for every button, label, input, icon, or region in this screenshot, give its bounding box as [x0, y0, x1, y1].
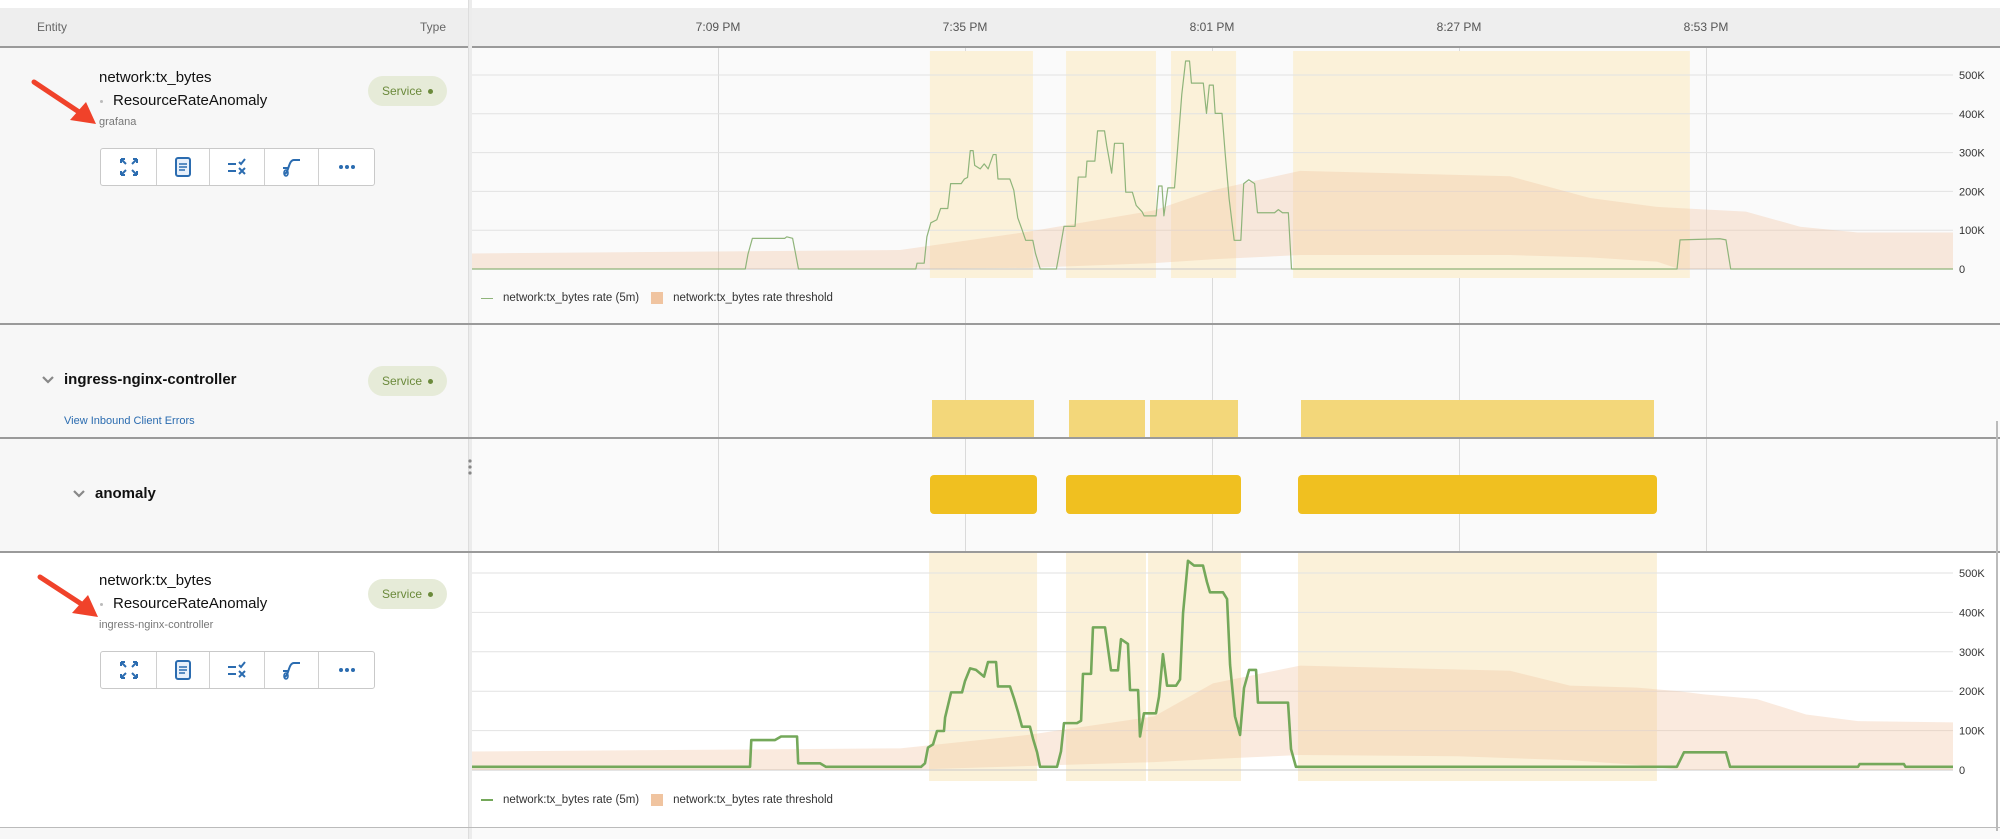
source-name: ingress-nginx-controller: [99, 619, 214, 631]
expand-icon: [119, 158, 138, 176]
legend-threshold-label[interactable]: network:tx_bytes rate threshold: [673, 794, 833, 806]
y-tick-label: 300K: [1959, 647, 1985, 659]
y-tick-label: 400K: [1959, 607, 1985, 619]
list-check-icon: [228, 661, 246, 678]
curve-icon: [282, 159, 300, 177]
row-divider: [0, 437, 2000, 439]
curve-button[interactable]: [265, 652, 319, 688]
curve-icon: [282, 662, 300, 680]
column-header-type[interactable]: Type: [420, 20, 446, 34]
service-badge[interactable]: Service: [368, 76, 447, 106]
anomaly-bar[interactable]: [930, 475, 1038, 514]
threshold-swatch: [651, 794, 664, 806]
series-line-swatch: [481, 799, 493, 801]
row-divider: [0, 827, 2000, 828]
expand-button[interactable]: [101, 652, 157, 688]
y-tick-label: 100K: [1959, 726, 1985, 738]
more-icon: [338, 668, 355, 672]
status-dot-icon: [428, 378, 433, 384]
y-tick-label: 500K: [1959, 568, 1985, 580]
more-button[interactable]: [319, 149, 374, 185]
ingress-anomaly-bar[interactable]: [1301, 400, 1655, 437]
ingress-anomaly-bar[interactable]: [932, 400, 1035, 437]
group-title: anomaly: [95, 485, 156, 502]
check-name: ResourceRateAnomaly: [100, 92, 267, 109]
ingress-anomaly-bar[interactable]: [1069, 400, 1146, 437]
curve-button[interactable]: [265, 149, 319, 185]
check-name: ResourceRateAnomaly: [100, 595, 267, 612]
bullet-icon: [100, 602, 103, 606]
chart-legend: network:tx_bytes rate (5m) network:tx_by…: [481, 794, 833, 806]
group-row-ingress-nginx-controller[interactable]: ingress-nginx-controller View Inbound Cl…: [0, 323, 468, 437]
service-badge[interactable]: Service: [368, 579, 447, 609]
metric-name: network:tx_bytes: [99, 69, 212, 86]
group-row-anomaly[interactable]: anomaly: [0, 437, 468, 551]
chevron-down-icon[interactable]: [41, 373, 55, 387]
list-check-icon: [228, 158, 246, 175]
badge-label: Service: [381, 374, 422, 388]
list-check-button[interactable]: [210, 149, 265, 185]
document-icon: [175, 157, 191, 177]
more-button[interactable]: [319, 652, 374, 688]
badge-label: Service: [381, 587, 422, 601]
more-icon: [338, 165, 355, 169]
action-button-group: [100, 651, 375, 689]
expand-button[interactable]: [101, 149, 157, 185]
annotation-arrow-icon: [31, 79, 96, 124]
view-inbound-client-errors-link[interactable]: View Inbound Client Errors: [64, 415, 195, 427]
metric-name: network:tx_bytes: [99, 572, 212, 589]
entity-row-ingress-nginx-controller[interactable]: network:tx_bytes ResourceRateAnomaly ing…: [0, 551, 468, 827]
status-dot-icon: [428, 88, 433, 94]
list-check-button[interactable]: [210, 652, 265, 688]
scrollbar[interactable]: [1996, 421, 1998, 831]
action-button-group: [100, 148, 375, 186]
badge-label: Service: [381, 84, 422, 98]
bullet-icon: [100, 99, 103, 103]
tx-bytes-chart-ingress: 0 100K 200K 300K 400K 500K: [472, 551, 2000, 783]
y-tick-label: 200K: [1959, 686, 1985, 698]
document-icon: [175, 660, 191, 680]
anomaly-bar[interactable]: [1066, 475, 1241, 514]
y-tick-label: 0: [1959, 765, 1965, 777]
row-divider: [0, 323, 2000, 325]
expand-icon: [119, 661, 138, 679]
entity-row-grafana[interactable]: network:tx_bytes ResourceRateAnomaly gra…: [0, 48, 468, 323]
ingress-anomaly-bar[interactable]: [1149, 400, 1238, 437]
group-title: ingress-nginx-controller: [64, 371, 237, 388]
chevron-down-icon[interactable]: [72, 487, 86, 501]
service-badge[interactable]: Service: [368, 366, 447, 396]
document-button[interactable]: [157, 652, 210, 688]
check-label: ResourceRateAnomaly: [113, 595, 268, 612]
column-header-entity[interactable]: Entity: [37, 20, 67, 34]
check-label: ResourceRateAnomaly: [113, 92, 268, 109]
annotation-arrow-icon: [37, 574, 98, 617]
row-divider: [0, 551, 2000, 553]
status-dot-icon: [428, 591, 433, 597]
document-button[interactable]: [157, 149, 210, 185]
anomaly-bar[interactable]: [1297, 475, 1657, 514]
source-name: grafana: [99, 116, 137, 128]
legend-series-label[interactable]: network:tx_bytes rate (5m): [503, 794, 639, 806]
